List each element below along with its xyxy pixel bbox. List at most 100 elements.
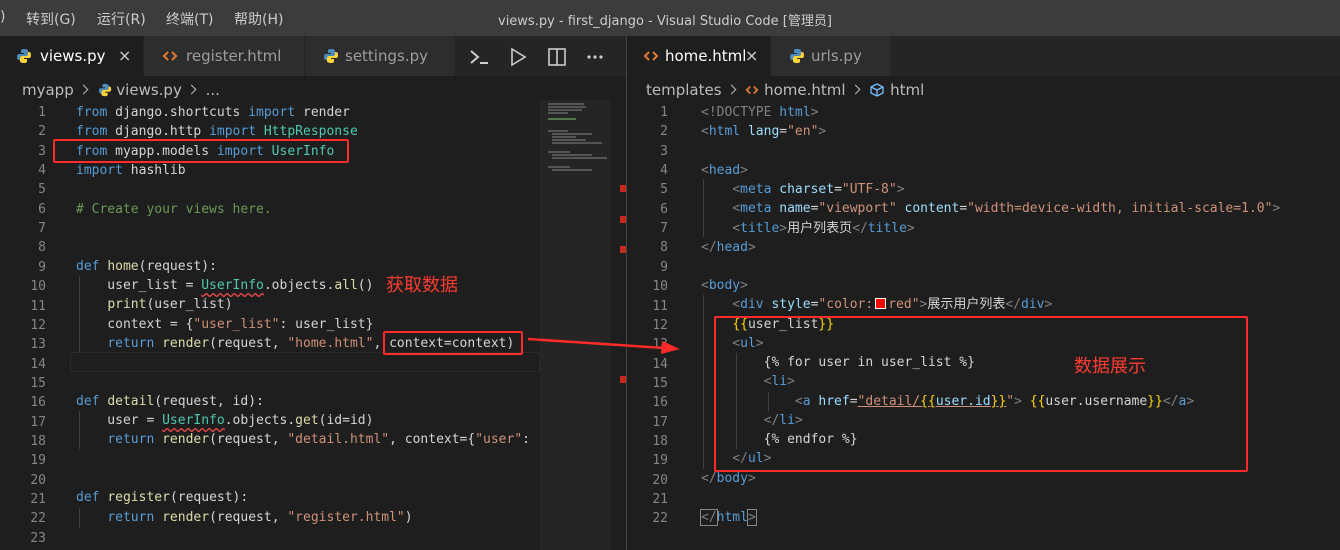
line-number: 4 bbox=[660, 163, 668, 179]
code-line[interactable]: <div style="color: red">展示用户列表</div> bbox=[701, 295, 1052, 315]
line-number: 16 bbox=[652, 395, 668, 411]
window-title: views.py - first_django - Visual Studio … bbox=[498, 14, 832, 29]
line-number: 15 bbox=[652, 375, 668, 391]
code-line[interactable]: return render(request, "detail.html", co… bbox=[76, 430, 540, 450]
close-icon[interactable]: × bbox=[745, 36, 758, 76]
code-comment[interactable]: # Create your views here. bbox=[76, 200, 272, 220]
tab-views-py[interactable]: views.py × bbox=[0, 36, 143, 76]
split-editor-icon[interactable] bbox=[546, 46, 568, 68]
code-line[interactable]: def detail(request, id): bbox=[76, 392, 264, 412]
tab-urls-py[interactable]: urls.py bbox=[771, 36, 891, 76]
right-tab-bar: home.html × urls.py bbox=[627, 36, 1340, 76]
scrollbar-marker bbox=[620, 185, 626, 192]
minimap-line bbox=[548, 130, 568, 132]
close-icon[interactable]: × bbox=[118, 36, 131, 76]
run-terminal-icon[interactable] bbox=[468, 46, 490, 68]
code-line[interactable]: return render(request, "register.html") bbox=[76, 508, 412, 528]
code-line[interactable]: from django.shortcuts import render bbox=[76, 103, 350, 123]
tab-settings-py[interactable]: settings.py bbox=[305, 36, 455, 76]
line-number: 17 bbox=[652, 414, 668, 430]
code-line[interactable]: def home(request): bbox=[76, 257, 217, 277]
minimap[interactable] bbox=[540, 100, 610, 550]
line-number: 14 bbox=[30, 356, 46, 372]
tab-home-html[interactable]: home.html × bbox=[627, 36, 770, 76]
code-line[interactable]: def register(request): bbox=[76, 488, 248, 508]
code-line[interactable]: <head> bbox=[701, 161, 748, 181]
line-number: 5 bbox=[38, 182, 46, 198]
line-number: 15 bbox=[30, 375, 46, 391]
highlight-box-template bbox=[714, 316, 1248, 472]
code-line[interactable]: user = UserInfo.objects.get(id=id) bbox=[76, 411, 373, 431]
line-number: 22 bbox=[30, 511, 46, 527]
current-line-highlight bbox=[70, 352, 540, 372]
code-line[interactable]: <meta name="viewport" content="width=dev… bbox=[701, 199, 1280, 219]
line-number: 19 bbox=[652, 453, 668, 469]
chevron-right-icon bbox=[850, 84, 861, 95]
line-number: 8 bbox=[38, 240, 46, 256]
chevron-right-icon bbox=[186, 84, 197, 95]
more-actions-icon[interactable] bbox=[584, 46, 606, 68]
line-number: 20 bbox=[30, 472, 46, 488]
minimap-line bbox=[548, 106, 586, 108]
menu-item-help[interactable]: 帮助(H) bbox=[234, 9, 283, 29]
line-number: 11 bbox=[30, 298, 46, 314]
code-line[interactable]: context = {"user_list": user_list} bbox=[76, 315, 373, 335]
scrollbar-marker bbox=[620, 376, 626, 383]
left-tab-bar: views.py × register.html settings.py bbox=[0, 36, 626, 76]
code-line[interactable]: <title>用户列表页</title> bbox=[701, 219, 914, 239]
scrollbar-marker bbox=[620, 216, 626, 223]
menu-item-run[interactable]: 运行(R) bbox=[97, 9, 146, 29]
breadcrumb: templates home.html html bbox=[646, 80, 928, 100]
menu-item-partial[interactable]: ) bbox=[0, 9, 5, 25]
code-line[interactable]: </head> bbox=[701, 238, 756, 258]
code-line[interactable]: <body> bbox=[701, 276, 748, 296]
code-line[interactable]: <html lang="en"> bbox=[701, 122, 826, 142]
minimap-line bbox=[548, 118, 576, 120]
python-icon bbox=[98, 83, 111, 97]
tab-label: views.py bbox=[40, 47, 106, 65]
tab-label: urls.py bbox=[811, 47, 862, 65]
run-icon[interactable] bbox=[507, 46, 529, 68]
line-number: 3 bbox=[38, 143, 46, 159]
line-number: 1 bbox=[660, 105, 668, 120]
breadcrumb: myapp views.py ... bbox=[22, 80, 224, 100]
line-number: 10 bbox=[30, 279, 46, 295]
line-number: 18 bbox=[30, 433, 46, 449]
line-number: 11 bbox=[652, 298, 668, 314]
python-icon bbox=[17, 49, 31, 63]
code-line[interactable]: print(user_list) bbox=[76, 295, 232, 315]
annotation-display-data: 数据展示 bbox=[1074, 356, 1146, 377]
code-line[interactable]: user_list = UserInfo.objects.all() bbox=[76, 276, 373, 296]
line-number: 14 bbox=[652, 356, 668, 372]
line-number: 18 bbox=[652, 433, 668, 449]
line-number: 4 bbox=[38, 163, 46, 179]
line-number: 13 bbox=[30, 337, 46, 353]
code-line[interactable]: </html> bbox=[700, 508, 757, 528]
minimap-line bbox=[552, 169, 592, 171]
pane-divider[interactable] bbox=[626, 36, 627, 550]
code-line[interactable]: <meta charset="UTF-8"> bbox=[701, 180, 904, 200]
breadcrumb-item[interactable]: home.html bbox=[764, 81, 845, 99]
breadcrumb-item[interactable]: views.py bbox=[116, 81, 182, 99]
code-line[interactable]: import hashlib bbox=[76, 161, 186, 181]
line-number: 19 bbox=[30, 453, 46, 469]
breadcrumb-item[interactable]: ... bbox=[206, 81, 220, 99]
chevron-right-icon bbox=[78, 84, 89, 95]
menu-item-goto[interactable]: 转到(G) bbox=[26, 9, 76, 29]
line-number: 2 bbox=[38, 124, 46, 140]
python-icon bbox=[324, 49, 338, 63]
tab-register-html[interactable]: register.html bbox=[144, 36, 304, 76]
tab-label: home.html bbox=[665, 47, 747, 65]
minimap-line bbox=[552, 136, 576, 138]
minimap-line bbox=[548, 112, 568, 114]
menu-item-terminal[interactable]: 终端(T) bbox=[166, 9, 213, 29]
python-icon bbox=[790, 49, 804, 63]
html-icon bbox=[643, 51, 659, 61]
code-line[interactable]: <!DOCTYPE html> bbox=[701, 103, 818, 123]
breadcrumb-item[interactable]: myapp bbox=[22, 81, 74, 99]
breadcrumb-item[interactable]: html bbox=[890, 81, 924, 99]
breadcrumb-item[interactable]: templates bbox=[646, 81, 722, 99]
line-number: 17 bbox=[30, 414, 46, 430]
color-swatch-icon[interactable] bbox=[875, 298, 887, 309]
line-number: 22 bbox=[652, 511, 668, 527]
